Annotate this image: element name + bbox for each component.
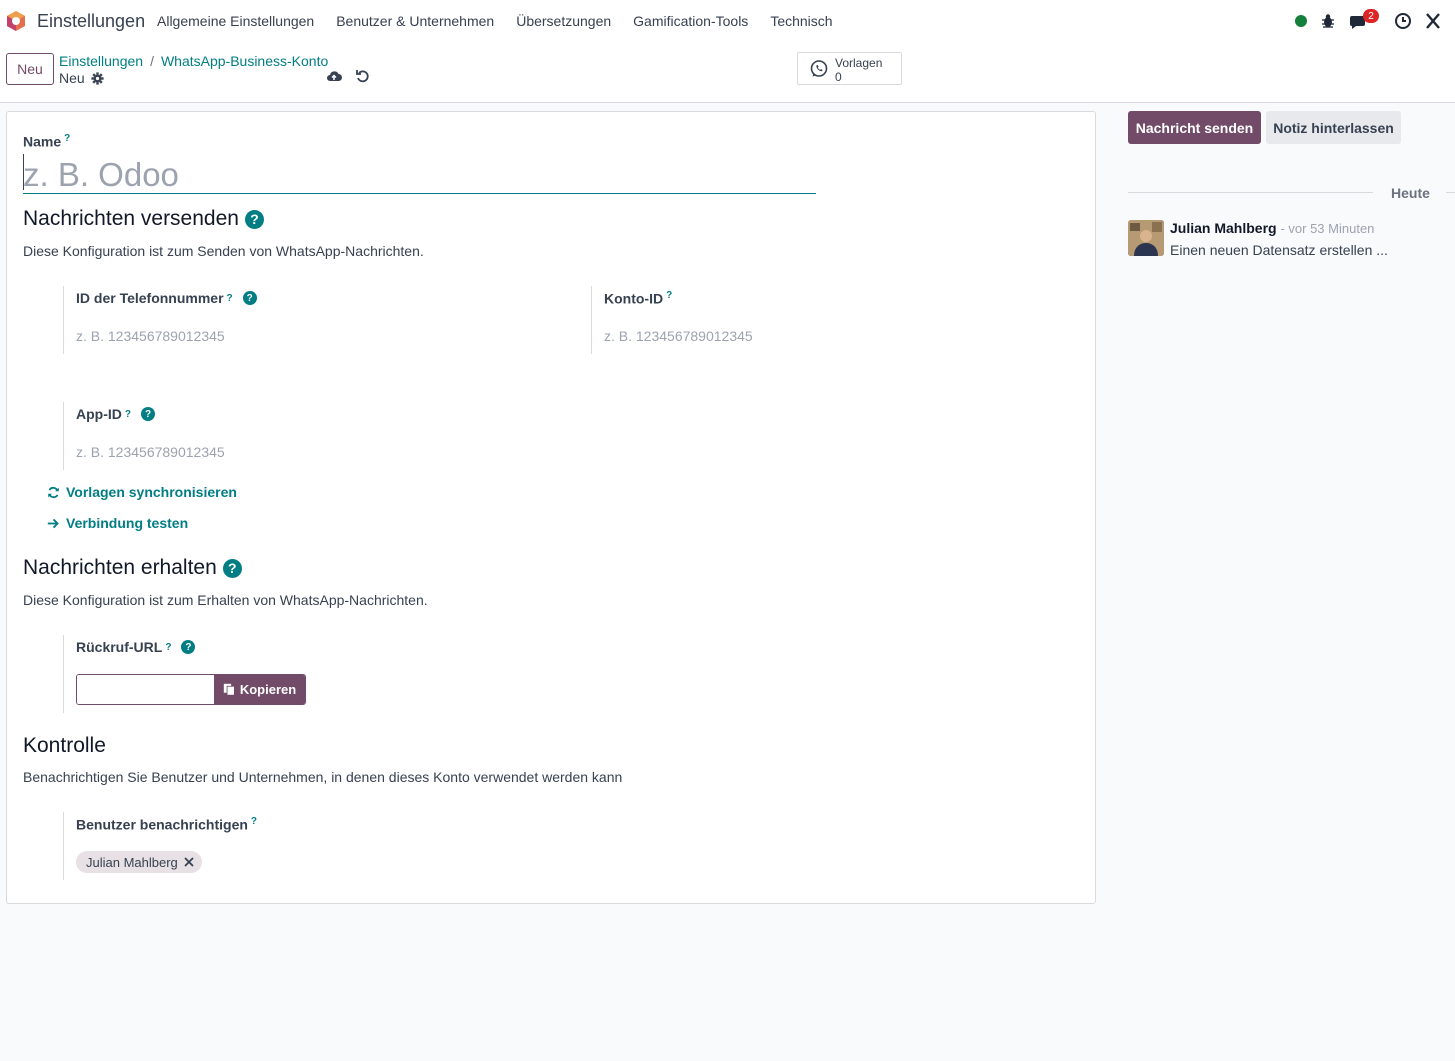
callback-url-field: Kopieren — [76, 674, 306, 705]
phone-id-label: ID der Telefonnummer? ? — [76, 290, 257, 306]
message-time: - vor 53 Minuten — [1280, 221, 1375, 236]
debug-bug-icon[interactable] — [1320, 10, 1336, 32]
templates-label: Vorlagen — [835, 56, 883, 70]
user-photo-icon — [1128, 220, 1164, 256]
log-note-button[interactable]: Notiz hinterlassen — [1266, 111, 1401, 144]
arrow-right-icon — [47, 518, 59, 528]
control-section-desc: Benachrichtigen Sie Benutzer und Unterne… — [23, 769, 623, 785]
app-title[interactable]: Einstellungen — [37, 11, 145, 32]
send-section-title-text: Nachrichten versenden — [23, 207, 239, 230]
copy-button-label: Kopieren — [239, 682, 297, 697]
record-name-row: Neu — [59, 70, 104, 86]
send-message-button[interactable]: Nachricht senden — [1128, 111, 1261, 144]
send-section-desc: Diese Konfiguration ist zum Senden von W… — [23, 243, 424, 259]
control-panel: Neu Einstellungen / WhatsApp-Business-Kont… — [0, 43, 1455, 103]
notify-users-tooltip-mark[interactable]: ? — [251, 816, 257, 827]
separator-line — [1446, 192, 1455, 193]
menu-uebersetzungen[interactable]: Übersetzungen — [516, 13, 611, 29]
app-id-label: App-ID? ? — [76, 406, 155, 422]
app-logo-icon[interactable] — [5, 10, 27, 32]
remove-tag-icon[interactable] — [184, 857, 194, 867]
form-sheet: Name? z. B. Odoo Nachrichten versenden ?… — [6, 111, 1096, 904]
templates-smart-button[interactable]: Vorlagen 0 — [797, 52, 902, 85]
separator-line — [1128, 192, 1373, 193]
whatsapp-icon — [810, 60, 828, 77]
phone-id-label-text: ID der Telefonnummer — [76, 290, 224, 306]
discard-undo-icon[interactable] — [355, 68, 371, 84]
tools-icon[interactable] — [1424, 10, 1442, 32]
breadcrumb-separator: / — [150, 53, 154, 69]
account-id-tooltip-mark[interactable]: ? — [666, 290, 672, 301]
main-menu: Allgemeine Einstellungen Benutzer & Unte… — [157, 13, 855, 29]
breadcrumb: Einstellungen / WhatsApp-Business-Konto — [59, 53, 328, 69]
templates-count: 0 — [835, 70, 842, 84]
phone-id-help-icon[interactable]: ? — [242, 291, 257, 305]
group-divider — [63, 286, 64, 354]
refresh-icon — [48, 486, 59, 498]
menu-benutzer-unternehmen[interactable]: Benutzer & Unternehmen — [336, 13, 494, 29]
phone-id-input[interactable]: z. B. 123456789012345 — [76, 328, 566, 344]
app-id-input[interactable]: z. B. 123456789012345 — [76, 444, 566, 460]
copy-button[interactable]: Kopieren — [214, 675, 305, 704]
name-placeholder: z. B. Odoo — [23, 156, 179, 193]
breadcrumb-einstellungen[interactable]: Einstellungen — [59, 53, 143, 69]
account-id-label-text: Konto-ID — [604, 290, 664, 307]
receive-help-icon[interactable]: ? — [222, 558, 242, 578]
send-section-title: Nachrichten versenden ? — [23, 207, 264, 231]
phone-id-tooltip-mark[interactable]: ? — [227, 293, 233, 304]
callback-url-tooltip-mark[interactable]: ? — [165, 642, 171, 653]
activity-clock-icon[interactable] — [1394, 10, 1412, 32]
group-divider — [591, 286, 592, 354]
menu-technisch[interactable]: Technisch — [770, 13, 832, 29]
name-label-text: Name — [23, 133, 62, 150]
menu-allgemeine-einstellungen[interactable]: Allgemeine Einstellungen — [157, 13, 314, 29]
save-cloud-icon[interactable] — [326, 68, 342, 84]
control-section-title: Kontrolle — [23, 734, 106, 758]
send-help-icon[interactable]: ? — [244, 209, 264, 229]
message-header: Julian Mahlberg - vor 53 Minuten — [1170, 220, 1374, 236]
new-button[interactable]: Neu — [6, 53, 54, 85]
callback-url-input[interactable] — [77, 675, 214, 704]
gear-icon[interactable] — [91, 71, 104, 85]
notify-users-label: Benutzer benachrichtigen? — [76, 816, 257, 833]
record-name: Neu — [59, 70, 85, 86]
app-id-help-icon[interactable]: ? — [141, 407, 155, 421]
group-divider — [63, 635, 64, 713]
date-separator: Heute — [1128, 185, 1455, 201]
menu-gamification-tools[interactable]: Gamification-Tools — [633, 13, 748, 29]
callback-url-help-icon[interactable]: ? — [181, 640, 196, 654]
name-input[interactable]: z. B. Odoo — [23, 152, 816, 194]
messages-badge: 2 — [1363, 9, 1379, 23]
app-id-label-text: App-ID — [76, 406, 122, 422]
receive-section-title-text: Nachrichten erhalten — [23, 556, 217, 579]
avatar[interactable] — [1128, 220, 1164, 256]
receive-section-title: Nachrichten erhalten ? — [23, 556, 242, 580]
user-tag[interactable]: Julian Mahlberg — [76, 851, 202, 873]
copy-icon — [223, 683, 235, 696]
user-tag-label: Julian Mahlberg — [86, 854, 178, 870]
account-id-input[interactable]: z. B. 123456789012345 — [604, 328, 1074, 344]
breadcrumb-whatsapp-konto[interactable]: WhatsApp-Business-Konto — [161, 53, 328, 69]
name-label: Name? — [23, 133, 70, 150]
test-connection-label: Verbindung testen — [66, 515, 189, 531]
group-divider — [63, 402, 64, 470]
presence-status-icon — [1295, 15, 1307, 27]
top-navbar: Einstellungen Allgemeine Einstellungen B… — [0, 0, 1455, 43]
text-caret — [23, 154, 24, 190]
callback-url-label: Rückruf-URL? ? — [76, 639, 196, 655]
sync-templates-label: Vorlagen synchronisieren — [66, 484, 237, 500]
notify-users-label-text: Benutzer benachrichtigen — [76, 816, 248, 833]
callback-url-label-text: Rückruf-URL — [76, 639, 163, 655]
group-divider — [63, 812, 64, 880]
sync-templates-button[interactable]: Vorlagen synchronisieren — [47, 484, 237, 500]
message-author[interactable]: Julian Mahlberg — [1170, 220, 1277, 236]
control-section-title-text: Kontrolle — [23, 734, 106, 757]
date-separator-label: Heute — [1391, 185, 1430, 201]
test-connection-button[interactable]: Verbindung testen — [47, 515, 188, 531]
name-tooltip-mark[interactable]: ? — [64, 133, 70, 144]
message-body: Einen neuen Datensatz erstellen ... — [1170, 242, 1388, 258]
receive-section-desc: Diese Konfiguration ist zum Erhalten von… — [23, 592, 428, 608]
app-id-tooltip-mark[interactable]: ? — [125, 409, 131, 420]
account-id-label: Konto-ID? — [604, 290, 672, 307]
